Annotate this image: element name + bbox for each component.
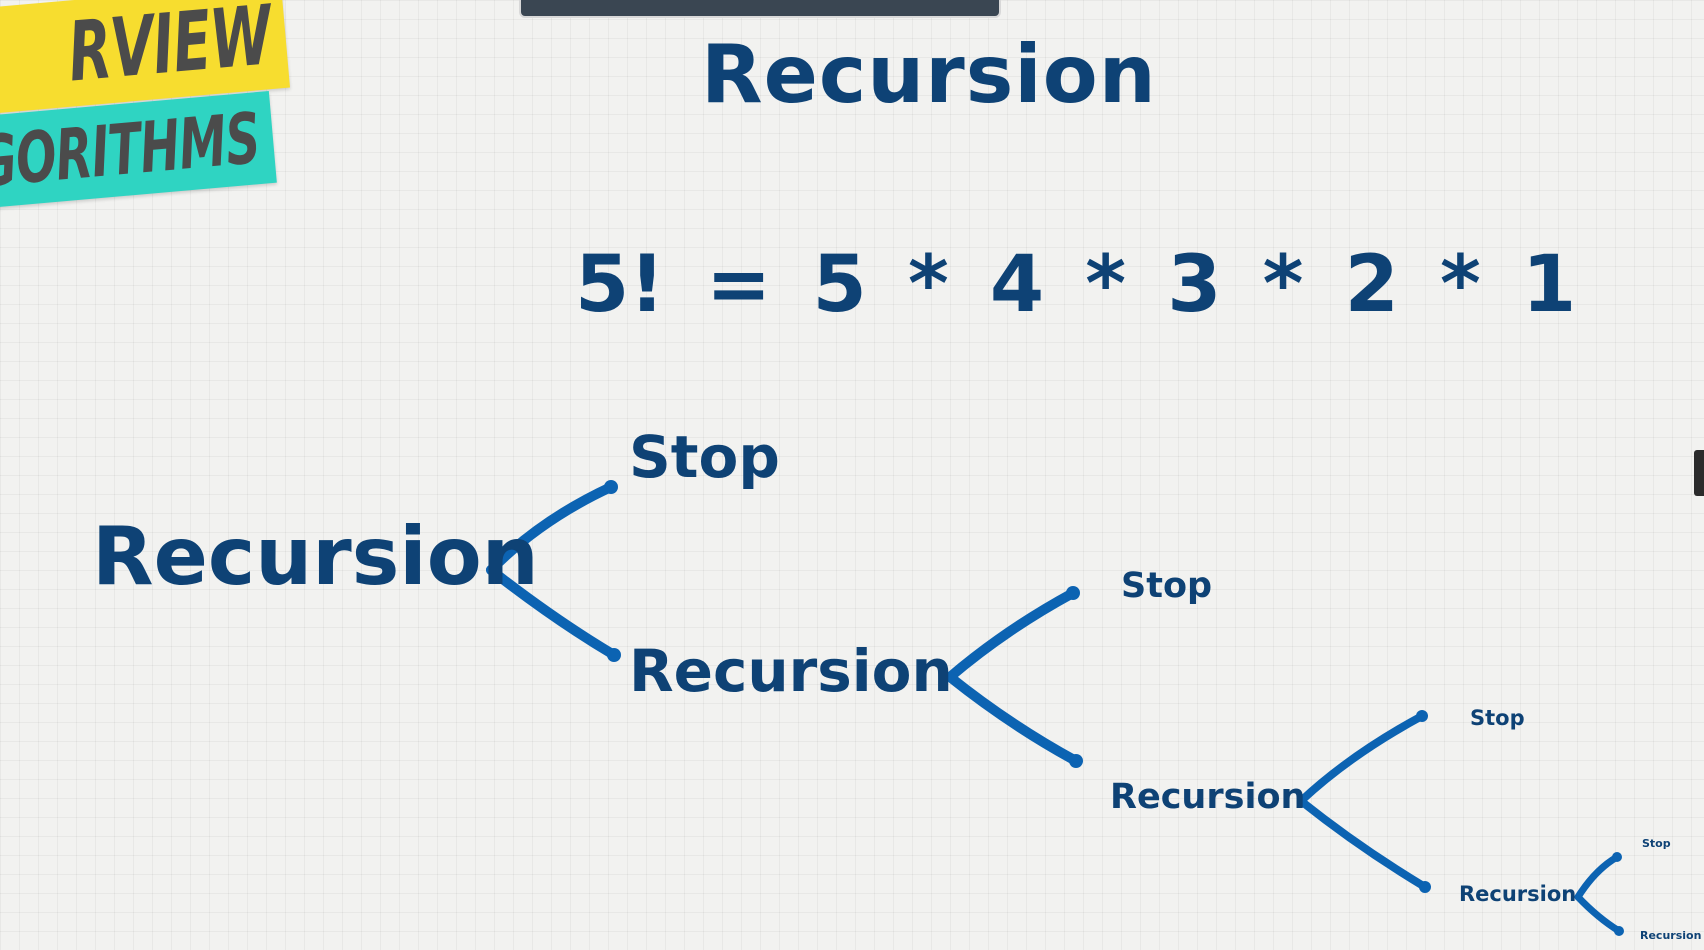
branch-recurse-3 xyxy=(1297,797,1429,891)
tree-root-recursion: Recursion xyxy=(92,510,539,603)
branch-stop-2 xyxy=(945,588,1078,682)
tree-stop-2: Stop xyxy=(1121,566,1213,606)
recursion-tree-branches xyxy=(486,480,1624,936)
tree-recursion-4: Recursion xyxy=(1640,929,1702,942)
branch-recurse-4 xyxy=(1574,893,1623,935)
branch-stop-4 xyxy=(1574,853,1621,901)
tree-recursion-1: Recursion xyxy=(629,637,953,705)
tree-recursion-2: Recursion xyxy=(1110,777,1306,817)
branch-stop-3 xyxy=(1297,712,1426,805)
tree-stop-4: Stop xyxy=(1642,837,1671,850)
tree-recursion-3: Recursion xyxy=(1459,882,1577,906)
tree-stop-3: Stop xyxy=(1470,706,1525,730)
tree-stop-1: Stop xyxy=(629,423,780,491)
branch-recurse-2 xyxy=(945,672,1081,766)
